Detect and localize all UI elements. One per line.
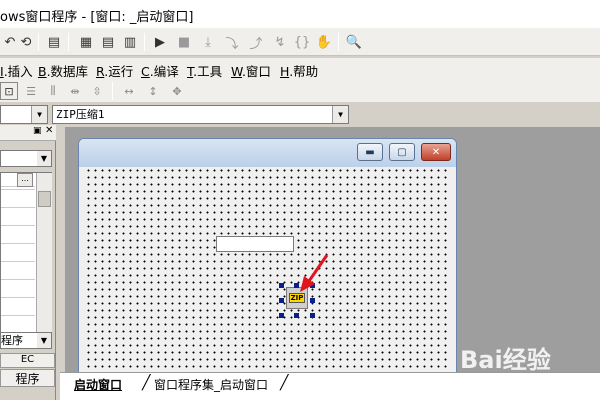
same-size-icon[interactable]: ✥ [168,82,186,100]
menu-help[interactable]: H.帮助 [280,61,318,80]
ellipsis-button[interactable]: ... [17,173,33,187]
scrollbar-thumb[interactable] [38,191,51,207]
chevron-down-icon[interactable]: ▼ [37,333,51,348]
component-combo[interactable]: ZIP压缩1 ▼ [52,105,349,124]
toolbar-separator [338,33,339,51]
align-top-icon[interactable]: ☰ [22,82,40,100]
layout2-icon[interactable]: ▤ [98,32,118,52]
chevron-down-icon[interactable]: ▼ [37,151,51,166]
pin-icon[interactable]: ▣ [33,126,42,136]
help-search-icon[interactable]: 🔍 [344,32,364,52]
close-icon: ✕ [431,146,441,158]
watermark: Bai经验 [460,346,551,374]
step-out-icon[interactable]: ⤴ [246,32,266,52]
stop-icon[interactable]: ■ [174,32,194,52]
close-icon[interactable]: ✕ [45,125,53,136]
same-width-icon[interactable]: ↔ [120,82,138,100]
chevron-down-icon[interactable]: ▼ [332,106,348,123]
selection-handle[interactable] [294,313,299,318]
menu-window[interactable]: W.窗口 [231,61,271,80]
step-over-icon[interactable]: ⤵ [222,32,242,52]
component-selector-row: ▼ ZIP压缩1 ▼ [0,103,600,125]
step-icon[interactable]: ↯ [270,32,290,52]
selection-handle[interactable] [279,298,284,303]
maximize-icon: ▢ [397,146,407,158]
program-combo[interactable]: 程序 ▼ [0,332,52,349]
property-grid: ... [0,172,52,340]
minimize-button[interactable]: ▬ [357,143,383,161]
selection-handle[interactable] [310,298,315,303]
selection-handle[interactable] [279,313,284,318]
close-button[interactable]: ✕ [421,143,451,161]
align-center-icon[interactable]: ⊡ [0,82,18,100]
menu-tools[interactable]: T.工具 [187,61,222,80]
redo-icon[interactable]: ⟲ [16,32,36,52]
form-title-bar[interactable]: ▬ ▢ ✕ [79,139,456,167]
tab-ec[interactable]: EC [0,353,55,368]
tab-program[interactable]: 程序 [0,369,55,387]
menu-database[interactable]: B.数据库 [38,61,88,80]
find-icon[interactable]: ▤ [44,32,64,52]
step-into-icon[interactable]: ⤓ [198,32,218,52]
layout3-icon[interactable]: ▥ [120,32,140,52]
textbox-control[interactable] [216,236,294,252]
align-middle-icon[interactable]: ⫼ [44,82,62,100]
toolbar-separator [112,82,113,100]
panel-combo[interactable]: ▼ [0,150,52,167]
title-bar: ows窗口程序 - [窗口: _启动窗口] [0,0,600,28]
left-combo[interactable]: ▼ [0,105,48,124]
minimize-icon: ▬ [365,146,375,158]
selection-handle[interactable] [279,283,284,288]
toolbar-separator [68,33,69,51]
tab-startup-window[interactable]: 启动窗口 [68,375,128,393]
tab-window-program-set[interactable]: 窗口程序集_启动窗口 [148,375,274,393]
hand-icon[interactable]: ✋ [314,32,334,52]
annotation-arrow-icon [300,254,329,292]
layout-icon[interactable]: ▦ [76,32,96,52]
document-tabs: 启动窗口 ╱ 窗口程序集_启动窗口 ╱ [60,372,600,400]
main-toolbar: ↶ ⟲ ▤ ▦ ▤ ▥ ▶ ■ ⤓ ⤵ ⤴ ↯ {} ✋ 🔍 [0,28,600,56]
chevron-down-icon[interactable]: ▼ [31,106,47,123]
scrollbar[interactable] [36,173,52,339]
form-window[interactable]: ▬ ▢ ✕ ZIP [78,138,457,383]
menu-compile[interactable]: C.编译 [141,61,179,80]
toolbar-separator [144,33,145,51]
space-horizontal-icon[interactable]: ⇹ [66,82,84,100]
property-panel: ▣ ✕ ▼ ... 程序 ▼ EC 程序 [0,125,56,400]
space-vertical-icon[interactable]: ⇳ [88,82,106,100]
align-toolbar: ⊡ ☰ ⫼ ⇹ ⇳ ↔ ↕ ✥ [0,80,600,102]
window-title: ows窗口程序 - [窗口: _启动窗口] [0,10,194,25]
form-canvas[interactable]: ZIP [85,167,450,382]
breakpoint-icon[interactable]: {} [292,32,312,52]
menu-run[interactable]: R.运行 [96,61,133,80]
maximize-button[interactable]: ▢ [389,143,415,161]
same-height-icon[interactable]: ↕ [144,82,162,100]
selection-handle[interactable] [310,313,315,318]
panel-header: ▣ ✕ [0,125,56,141]
menu-insert[interactable]: I.插入 [0,61,33,80]
toolbar-separator [38,33,39,51]
menu-bar: I.插入 B.数据库 R.运行 C.编译 T.工具 W.窗口 H.帮助 [0,58,600,80]
run-icon[interactable]: ▶ [150,32,170,52]
